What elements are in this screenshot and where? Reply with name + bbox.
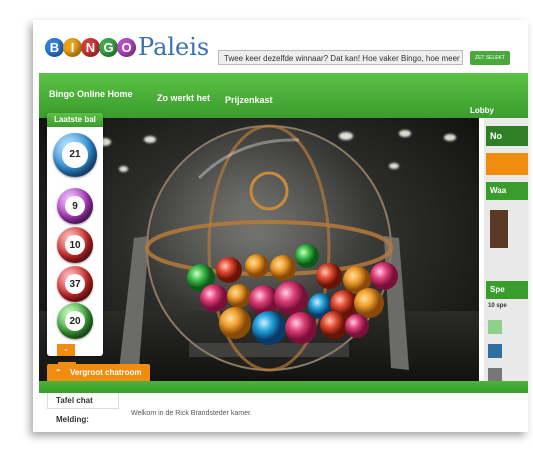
ball-history-arrows: ⌄ ⌃ xyxy=(57,338,95,374)
history-ball: 20 xyxy=(57,303,93,339)
expand-chatroom-label: Vergroot chatroom xyxy=(69,368,142,377)
sidebar-orange-button[interactable] xyxy=(486,153,528,175)
history-ball: 10 xyxy=(57,227,93,263)
chat-area: Tafel chat Melding: Welkom in de Rick Br… xyxy=(39,393,528,432)
ball-number: 21 xyxy=(62,142,88,168)
sidebar-players-header: Spe xyxy=(486,281,528,299)
promo-text-field[interactable]: Twee keer dezelfde winnaar? Dat kan! Hoe… xyxy=(218,50,463,65)
ball-number: 37 xyxy=(64,273,86,295)
chevron-up-icon: ⌃ xyxy=(55,368,62,377)
ball-number: 9 xyxy=(64,195,86,217)
chevron-down-icon[interactable]: ⌄ xyxy=(57,344,75,356)
expand-chatroom-button[interactable]: ⌃ Vergroot chatroom xyxy=(47,364,150,381)
sidebar-thumbnail[interactable] xyxy=(490,210,508,248)
ball-number: 20 xyxy=(64,310,86,332)
logo-letter-n: N xyxy=(81,37,100,57)
player-avatar[interactable] xyxy=(488,344,502,358)
player-avatar[interactable] xyxy=(488,368,502,381)
browser-frame: B I N G O Paleis Twee keer dezelfde winn… xyxy=(33,20,528,432)
sidebar-player-count: 10 spe xyxy=(488,303,507,309)
history-ball: 9 xyxy=(57,188,93,224)
main-navigation: Bingo Online Home Zo werkt het Prijzenka… xyxy=(39,73,528,118)
bingopaleis-logo[interactable]: B I N G O Paleis xyxy=(45,32,209,62)
right-sidebar: No Waa Spe 10 spe xyxy=(484,118,528,381)
nav-prijzenkast[interactable]: Prijzenkast xyxy=(225,95,273,105)
sidebar-waiting-header: Waa xyxy=(486,182,528,200)
ball-number: 10 xyxy=(64,234,86,256)
tab-tafel-chat[interactable]: Tafel chat xyxy=(47,393,119,409)
history-ball: 37 xyxy=(57,266,93,302)
nav-lobby[interactable]: Lobby xyxy=(470,106,494,115)
logo-letter-g: G xyxy=(99,37,118,57)
logo-letter-i: I xyxy=(63,37,82,57)
player-avatar[interactable] xyxy=(488,320,502,334)
logo-letter-b: B xyxy=(45,37,64,57)
logo-letter-o: O xyxy=(117,37,136,57)
logo-word: Paleis xyxy=(138,33,210,61)
last-ball-panel: Laatste bal 21 9 10 37 20 ⌄ ⌃ xyxy=(47,113,103,374)
promo-button[interactable]: ZET SELEKT xyxy=(470,51,510,65)
notice-text: Welkom in de Rick Brandsteder kamer. xyxy=(131,410,252,417)
chat-bar xyxy=(39,381,528,393)
last-ball-title: Laatste bal xyxy=(47,113,103,127)
sidebar-now-button[interactable]: No xyxy=(486,126,528,146)
last-ball-current: 21 xyxy=(53,133,97,177)
bingo-machine-illustration xyxy=(119,124,409,372)
nav-bingo-online-home[interactable]: Bingo Online Home xyxy=(49,89,133,99)
nav-zo-werkt-het[interactable]: Zo werkt het xyxy=(157,93,210,103)
bingo-machine-stage xyxy=(39,118,479,381)
notice-label: Melding: xyxy=(56,415,89,424)
